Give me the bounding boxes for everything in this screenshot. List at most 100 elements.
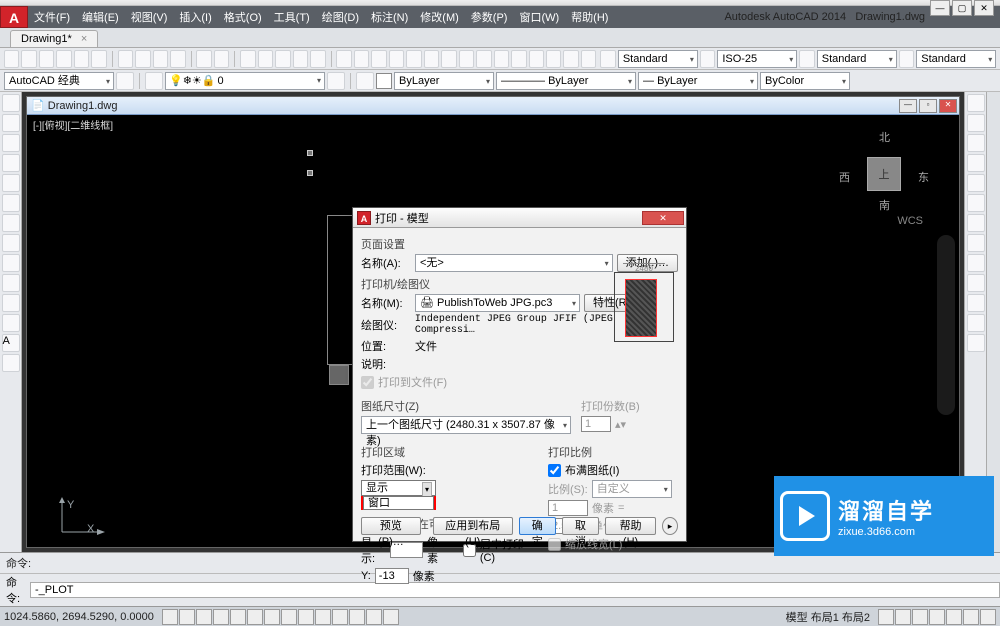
copy-icon[interactable] <box>135 50 150 68</box>
document-tab[interactable]: Drawing1* × <box>10 30 98 47</box>
new-icon[interactable] <box>4 50 19 68</box>
plot-what-option-window[interactable]: 窗口 <box>363 496 434 510</box>
grid-toggle[interactable] <box>179 609 195 625</box>
os-close-button[interactable]: ✕ <box>974 0 994 16</box>
print-icon[interactable] <box>56 50 71 68</box>
zoom-icon[interactable] <box>258 50 273 68</box>
array-icon[interactable] <box>406 50 421 68</box>
sheet-icon[interactable] <box>275 50 290 68</box>
mleaderstyle-icon[interactable] <box>899 50 914 68</box>
m12-icon[interactable] <box>967 314 985 332</box>
clean-icon[interactable] <box>980 609 996 625</box>
fillet-icon[interactable] <box>546 50 561 68</box>
m5-icon[interactable] <box>967 174 985 192</box>
annovis-icon[interactable] <box>895 609 911 625</box>
os-max-button[interactable]: ▢ <box>952 0 972 16</box>
menu-dim[interactable]: 标注(N) <box>365 9 414 25</box>
offset-y-input[interactable]: -13 <box>375 568 409 584</box>
am-toggle[interactable] <box>383 609 399 625</box>
viewport-label[interactable]: [-][俯视][二维线框] <box>33 117 113 132</box>
compass-wcs[interactable]: WCS <box>897 215 923 227</box>
tablestyle-icon[interactable] <box>799 50 814 68</box>
ws-icon[interactable] <box>912 609 928 625</box>
pan-icon[interactable] <box>240 50 255 68</box>
3dosnap-toggle[interactable] <box>247 609 263 625</box>
m10-icon[interactable] <box>967 274 985 292</box>
match-icon[interactable] <box>170 50 185 68</box>
line-icon[interactable] <box>2 94 20 112</box>
m13-icon[interactable] <box>967 334 985 352</box>
ducs-toggle[interactable] <box>281 609 297 625</box>
menu-format[interactable]: 格式(O) <box>218 9 268 25</box>
compass-south[interactable]: 南 <box>879 197 890 213</box>
ws-settings-icon[interactable] <box>116 72 134 90</box>
plotstyle-combo[interactable]: ByColor <box>760 72 850 90</box>
stretch-icon[interactable] <box>476 50 491 68</box>
redo-icon[interactable] <box>214 50 229 68</box>
compass-top[interactable]: 上 <box>867 157 901 191</box>
m6-icon[interactable] <box>967 194 985 212</box>
osnap-toggle[interactable] <box>230 609 246 625</box>
menu-view[interactable]: 视图(V) <box>125 9 174 25</box>
docwin-close-button[interactable]: ✕ <box>939 99 957 113</box>
m9-icon[interactable] <box>967 254 985 272</box>
paste-icon[interactable] <box>153 50 168 68</box>
layout-tabs-status[interactable]: 模型 布局1 布局2 <box>786 609 870 625</box>
dim-style-combo[interactable]: ISO-25 <box>717 50 797 68</box>
color-icon[interactable] <box>356 72 374 90</box>
rect-icon[interactable] <box>2 214 20 232</box>
ellipse-icon[interactable] <box>2 194 20 212</box>
menu-modify[interactable]: 修改(M) <box>414 9 465 25</box>
tpy-toggle[interactable] <box>332 609 348 625</box>
mtext-icon[interactable]: A <box>2 334 20 352</box>
os-min-button[interactable]: — <box>930 0 950 16</box>
extend-icon[interactable] <box>511 50 526 68</box>
dialog-close-button[interactable]: ✕ <box>642 211 684 225</box>
m7-icon[interactable] <box>967 214 985 232</box>
menu-edit[interactable]: 编辑(E) <box>76 9 125 25</box>
m4-icon[interactable] <box>967 154 985 172</box>
menu-tools[interactable]: 工具(T) <box>268 9 316 25</box>
fit-check[interactable] <box>548 464 561 477</box>
m3-icon[interactable] <box>967 134 985 152</box>
help-button[interactable]: 帮助(H) <box>605 517 656 535</box>
rotate-icon[interactable] <box>441 50 456 68</box>
menu-window[interactable]: 窗口(W) <box>513 9 565 25</box>
otrack-toggle[interactable] <box>264 609 280 625</box>
expand-button[interactable]: ▸ <box>662 517 678 535</box>
dimstyle-icon[interactable] <box>700 50 715 68</box>
scale-icon[interactable] <box>459 50 474 68</box>
m1-icon[interactable] <box>967 94 985 112</box>
dyn-toggle[interactable] <box>298 609 314 625</box>
preview-button[interactable]: 预览(P)… <box>361 517 421 535</box>
app-logo[interactable]: A <box>0 6 28 28</box>
polar-toggle[interactable] <box>213 609 229 625</box>
layer-props-icon[interactable] <box>145 72 163 90</box>
isolate-icon[interactable] <box>963 609 979 625</box>
linetype-combo[interactable]: ———— ByLayer <box>496 72 636 90</box>
open-icon[interactable] <box>21 50 36 68</box>
sc-toggle[interactable] <box>366 609 382 625</box>
copy2-icon[interactable] <box>354 50 369 68</box>
menu-help[interactable]: 帮助(H) <box>565 9 614 25</box>
hardware-icon[interactable] <box>946 609 962 625</box>
ok-button[interactable]: 确定 <box>519 517 556 535</box>
m2-icon[interactable] <box>967 114 985 132</box>
cancel-button[interactable]: 取消 <box>562 517 599 535</box>
apply-layout-button[interactable]: 应用到布局(U) <box>433 517 513 535</box>
page-name-combo[interactable]: <无> <box>415 254 613 272</box>
point-icon[interactable] <box>2 314 20 332</box>
explode-icon[interactable] <box>581 50 596 68</box>
layer-state-icon[interactable] <box>327 72 345 90</box>
menu-param[interactable]: 参数(P) <box>465 9 514 25</box>
publish-icon[interactable] <box>91 50 106 68</box>
mleader-style-combo[interactable]: Standard <box>916 50 996 68</box>
menu-insert[interactable]: 插入(I) <box>173 9 217 25</box>
mirror-icon[interactable] <box>371 50 386 68</box>
qp-toggle[interactable] <box>349 609 365 625</box>
preview-icon[interactable] <box>74 50 89 68</box>
block-icon[interactable] <box>2 354 20 372</box>
cut-icon[interactable] <box>118 50 133 68</box>
snap-toggle[interactable] <box>162 609 178 625</box>
table-style-combo[interactable]: Standard <box>817 50 897 68</box>
